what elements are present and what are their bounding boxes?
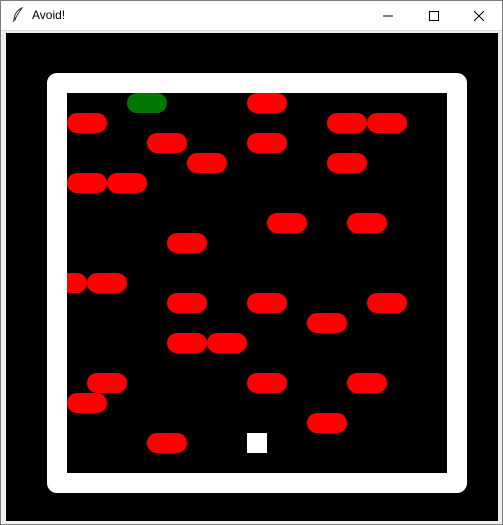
obstacle-car bbox=[247, 373, 287, 393]
obstacle-car bbox=[327, 113, 367, 133]
minimize-icon bbox=[383, 15, 393, 16]
minimize-button[interactable] bbox=[365, 1, 411, 30]
feather-icon bbox=[12, 7, 24, 23]
obstacle-car bbox=[347, 373, 387, 393]
maximize-icon bbox=[429, 10, 439, 21]
app-window: Avoid! bbox=[0, 0, 503, 525]
obstacle-car bbox=[267, 213, 307, 233]
obstacle-car bbox=[167, 333, 207, 353]
obstacle-car bbox=[87, 373, 127, 393]
obstacle-car bbox=[87, 273, 127, 293]
obstacle-car bbox=[207, 333, 247, 353]
obstacle-car bbox=[107, 173, 147, 193]
obstacle-car bbox=[307, 313, 347, 333]
obstacle-car bbox=[67, 113, 107, 133]
window-title: Avoid! bbox=[32, 8, 66, 22]
obstacle-car bbox=[247, 293, 287, 313]
title-bar[interactable]: Avoid! bbox=[1, 1, 502, 31]
close-button[interactable] bbox=[456, 1, 502, 30]
maximize-button[interactable] bbox=[411, 1, 457, 30]
obstacle-car bbox=[307, 413, 347, 433]
obstacle-car bbox=[367, 293, 407, 313]
close-icon bbox=[474, 10, 484, 21]
goal-block bbox=[127, 93, 167, 113]
obstacle-car bbox=[147, 133, 187, 153]
obstacle-car bbox=[247, 133, 287, 153]
obstacle-car bbox=[67, 273, 87, 293]
game-canvas[interactable] bbox=[6, 33, 498, 521]
obstacle-car bbox=[187, 153, 227, 173]
obstacle-car bbox=[67, 173, 107, 193]
obstacle-car bbox=[367, 113, 407, 133]
obstacle-car bbox=[327, 153, 367, 173]
arena-field bbox=[67, 93, 447, 473]
obstacle-car bbox=[247, 93, 287, 113]
obstacle-car bbox=[167, 293, 207, 313]
obstacle-car bbox=[147, 433, 187, 453]
obstacle-car bbox=[67, 393, 107, 413]
obstacle-car bbox=[167, 233, 207, 253]
obstacle-car bbox=[347, 213, 387, 233]
player-square[interactable] bbox=[247, 433, 267, 453]
